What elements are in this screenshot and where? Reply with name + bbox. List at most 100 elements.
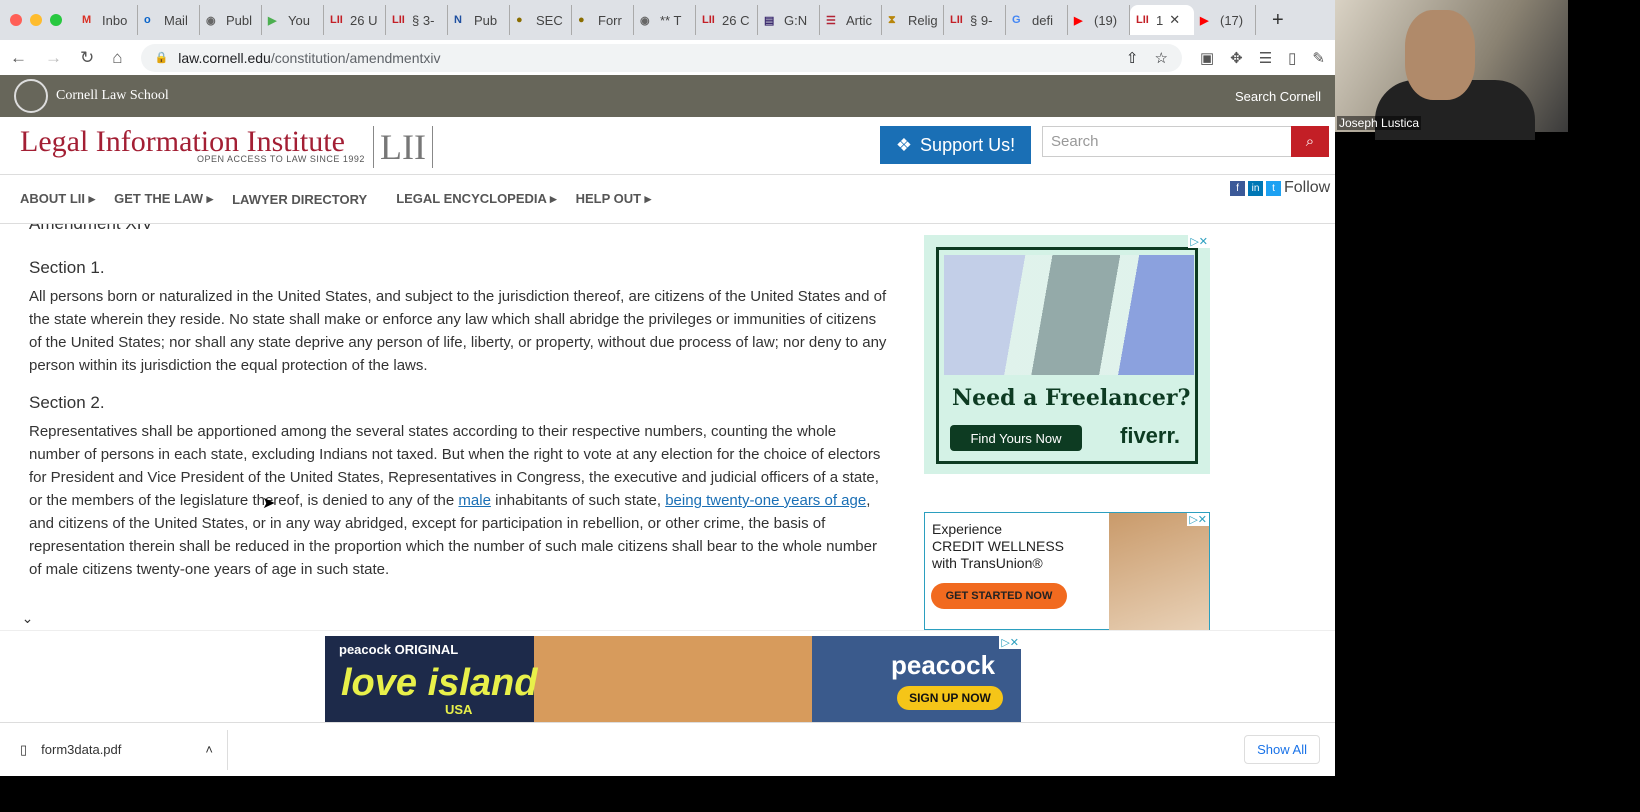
browser-tab[interactable]: ◉ Publ [200, 5, 262, 35]
nav-lawyer-directory[interactable]: LAWYER DIRECTORY [232, 192, 367, 207]
article: Amendment XIV Section 1. All persons bor… [29, 224, 889, 595]
book-icon: ▤ [764, 14, 775, 27]
nav-get-the-law[interactable]: GET THE LAW ▸ [114, 191, 213, 207]
url-path: /constitution/amendmentxiv [270, 49, 441, 66]
support-us-button[interactable]: ❖ Support Us! [880, 126, 1031, 164]
amendment-heading: Amendment XIV [29, 224, 153, 235]
window-controls [10, 14, 62, 26]
url-domain: law.cornell.edu [178, 49, 271, 66]
adchoices-close-icon[interactable]: ▷✕ [1187, 513, 1209, 526]
get-started-now-button[interactable]: GET STARTED NOW [931, 583, 1067, 609]
browser-tab[interactable]: LII 26 C [696, 5, 758, 35]
google-icon: G [1012, 14, 1021, 26]
browser-tab[interactable]: ▶ (17) [1194, 5, 1256, 35]
side-panel-icon[interactable]: ▯ [1288, 49, 1296, 67]
adchoices-close-icon[interactable]: ▷✕ [999, 636, 1021, 649]
sec-seal-icon: ● [516, 14, 523, 26]
browser-tab[interactable]: ● SEC [510, 5, 572, 35]
tab-title: You [288, 12, 310, 28]
male-link[interactable]: male [458, 492, 491, 509]
browser-tab[interactable]: LII 26 U [324, 5, 386, 35]
close-window-button[interactable] [10, 14, 22, 26]
find-yours-now-button[interactable]: Find Yours Now [950, 425, 1082, 451]
close-tab-icon[interactable]: ✕ [1169, 12, 1180, 28]
outlook-icon: o [144, 14, 151, 26]
peacock-ad[interactable]: peacock ORIGINAL love island USA peacock… [325, 636, 1021, 722]
browser-tab[interactable]: LII 1 ✕ [1130, 5, 1194, 35]
gmail-icon: M [82, 14, 92, 26]
transunion-ad[interactable]: Experience CREDIT WELLNESS with TransUnion… [924, 512, 1210, 630]
ad-text: USA [445, 702, 473, 717]
peacock-logo: peacock [891, 650, 996, 680]
search-input[interactable]: Search [1042, 126, 1292, 157]
support-label: Support Us! [920, 134, 1016, 155]
toolbar: ← → ↻ ⌂ 🔒 law.cornell.edu/constitution/a… [0, 40, 1335, 75]
cornell-law-school-link[interactable]: Cornell Law School [56, 88, 169, 104]
browser-tab[interactable]: ☰ Artic [820, 5, 882, 35]
browser-tab[interactable]: ▶ (19) [1068, 5, 1130, 35]
browser-tab[interactable]: N Pub [448, 5, 510, 35]
section-2-text: Representatives shall be apportioned amo… [29, 420, 889, 581]
tab-title: Artic [846, 12, 872, 28]
pdf-file-icon: ▯ [20, 741, 28, 757]
browser-tab[interactable]: M Inbo [76, 5, 138, 35]
n-icon: N [454, 14, 462, 26]
extensions-puzzle-icon[interactable]: ✥ [1230, 49, 1243, 67]
browser-tab[interactable]: LII § 3- [386, 5, 448, 35]
twitter-icon[interactable]: t [1266, 180, 1281, 196]
share-icon[interactable]: ⇧ [1126, 49, 1139, 67]
follow-label: Follow [1284, 179, 1331, 196]
minimize-window-button[interactable] [30, 14, 42, 26]
linkedin-icon[interactable]: in [1248, 180, 1263, 196]
new-tab-button[interactable]: + [1272, 9, 1284, 32]
love-island-logo: love island [341, 662, 538, 704]
facebook-icon[interactable]: f [1230, 180, 1245, 196]
browser-tab[interactable]: Gdefi [1006, 5, 1068, 35]
browser-tab[interactable]: ▶ You [262, 5, 324, 35]
hourglass-icon: ⧗ [888, 13, 896, 26]
browser-tab[interactable]: ◉ ** T [634, 5, 696, 35]
tab-title: 26 C [722, 12, 750, 28]
twenty-one-years-link[interactable]: being twenty-one years of age [665, 492, 866, 509]
fiverr-ad[interactable]: Need a Freelancer? Find Yours Now fiverr… [924, 235, 1210, 474]
bookmark-star-icon[interactable]: ☆ [1154, 49, 1167, 67]
participant-name: Joseph Lustica [1337, 116, 1422, 130]
reading-list-icon[interactable]: ☰ [1259, 49, 1272, 67]
flag-icon: ☰ [826, 14, 836, 27]
tab-title: 1 [1156, 12, 1164, 28]
browser-tab[interactable]: o Mail [138, 5, 200, 35]
chevron-up-icon[interactable]: ˄ [205, 742, 213, 757]
sign-up-now-button[interactable]: SIGN UP NOW [897, 686, 1003, 710]
nav-about-lii[interactable]: ABOUT LII ▸ [20, 191, 95, 207]
search-cornell-link[interactable]: Search Cornell [1235, 89, 1321, 104]
download-item[interactable]: ▯ form3data.pdf ˄ [20, 729, 228, 770]
forward-icon[interactable]: → [45, 48, 62, 68]
site-header: Legal Information Institute OPEN ACCESS … [0, 117, 1335, 175]
lii-icon: LII [950, 14, 963, 26]
show-all-button[interactable]: Show All [1244, 735, 1320, 764]
profile-avatar-icon[interactable]: ✎ [1312, 49, 1325, 67]
tabs: M Inbo o Mail ◉ Publ ▶ You LII 26 U LII § 3- N Pub ● SE… [76, 5, 1256, 35]
extension-r-icon[interactable]: ▣ [1200, 49, 1214, 67]
nav-help-out[interactable]: HELP OUT ▸ [576, 191, 652, 207]
ad-text: peacock ORIGINAL [339, 642, 459, 657]
nav-legal-encyclopedia[interactable]: LEGAL ENCYCLOPEDIA ▸ [396, 191, 556, 207]
collapse-ad-chevron-icon[interactable]: ⌄ [0, 606, 55, 630]
browser-tab[interactable]: ▤ G:N [758, 5, 820, 35]
home-icon[interactable]: ⌂ [112, 48, 122, 68]
search-button[interactable]: ⌕ [1291, 126, 1329, 157]
webcam-overlay: Joseph Lustica [1335, 0, 1568, 140]
browser-tab[interactable]: ● Forr [572, 5, 634, 35]
browser-tab[interactable]: ⧗ Relig [882, 5, 944, 35]
back-icon[interactable]: ← [10, 48, 27, 68]
tab-title: Relig [908, 12, 938, 28]
reload-icon[interactable]: ↻ [80, 48, 94, 68]
globe-icon: ◉ [640, 14, 650, 27]
adchoices-close-icon[interactable]: ▷✕ [1188, 235, 1210, 248]
lii-mark[interactable]: LII [373, 126, 433, 168]
browser-tab[interactable]: LII § 9- [944, 5, 1006, 35]
maximize-window-button[interactable] [50, 14, 62, 26]
cornell-seal-icon[interactable] [14, 79, 48, 113]
address-bar[interactable]: 🔒 law.cornell.edu/constitution/amendment… [140, 43, 1182, 72]
ad-text: Experience [932, 521, 1003, 537]
